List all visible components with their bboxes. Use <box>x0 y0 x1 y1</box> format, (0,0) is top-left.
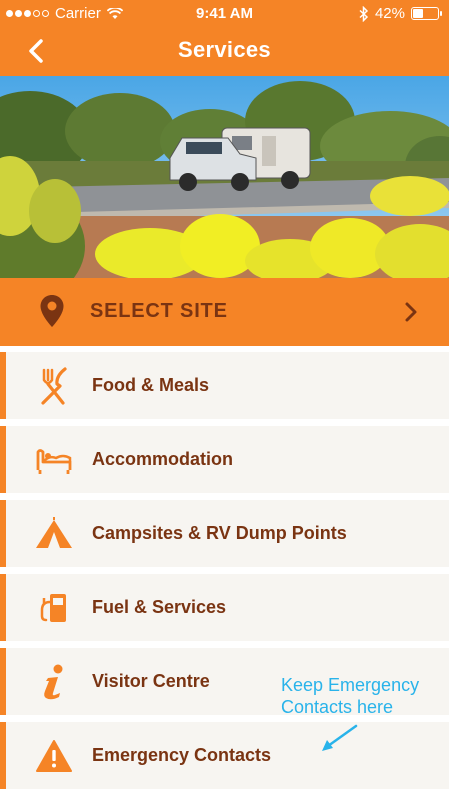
menu-item-emergency-contacts[interactable]: Emergency Contacts <box>0 722 449 789</box>
menu-item-label: Accommodation <box>92 449 234 469</box>
bed-icon <box>36 449 72 474</box>
select-site-label: SELECT SITE <box>90 300 228 322</box>
caravan-landscape-image <box>0 76 449 278</box>
annotation-arrow-icon <box>322 724 358 751</box>
fuel-pump-icon <box>40 594 66 622</box>
annotation-line-1: Keep Emergency <box>281 675 420 695</box>
menu-item-accommodation[interactable]: Accommodation <box>0 426 449 493</box>
page-title: Services <box>178 37 271 62</box>
select-site-button[interactable]: SELECT SITE <box>0 278 449 346</box>
fork-knife-icon <box>41 367 67 405</box>
battery-icon <box>411 7 442 20</box>
navigation-bar: Services <box>0 28 449 76</box>
menu-item-label: Emergency Contacts <box>92 745 272 765</box>
tent-icon <box>36 517 72 548</box>
menu-item-label: Food & Meals <box>92 375 210 395</box>
annotation-line-2: Contacts here <box>281 697 394 717</box>
menu-item-label: Campsites & RV Dump Points <box>92 523 347 543</box>
menu-item-food-meals[interactable]: Food & Meals <box>0 352 449 419</box>
warning-icon <box>36 740 72 772</box>
bluetooth-icon <box>359 5 369 22</box>
info-icon <box>44 664 63 700</box>
menu-item-label: Fuel & Services <box>92 597 227 617</box>
menu-item-fuel[interactable]: Fuel & Services <box>0 574 449 641</box>
menu-item-campsites[interactable]: Campsites & RV Dump Points <box>0 500 449 567</box>
menu-item-label: Visitor Centre <box>92 671 210 691</box>
chevron-right-icon <box>405 302 417 322</box>
status-bar: Carrier 9:41 AM 42% <box>0 0 449 28</box>
annotation-note: Keep Emergency Contacts here <box>281 674 419 718</box>
location-pin-icon <box>40 295 64 327</box>
battery-percent: 42% <box>374 5 405 22</box>
